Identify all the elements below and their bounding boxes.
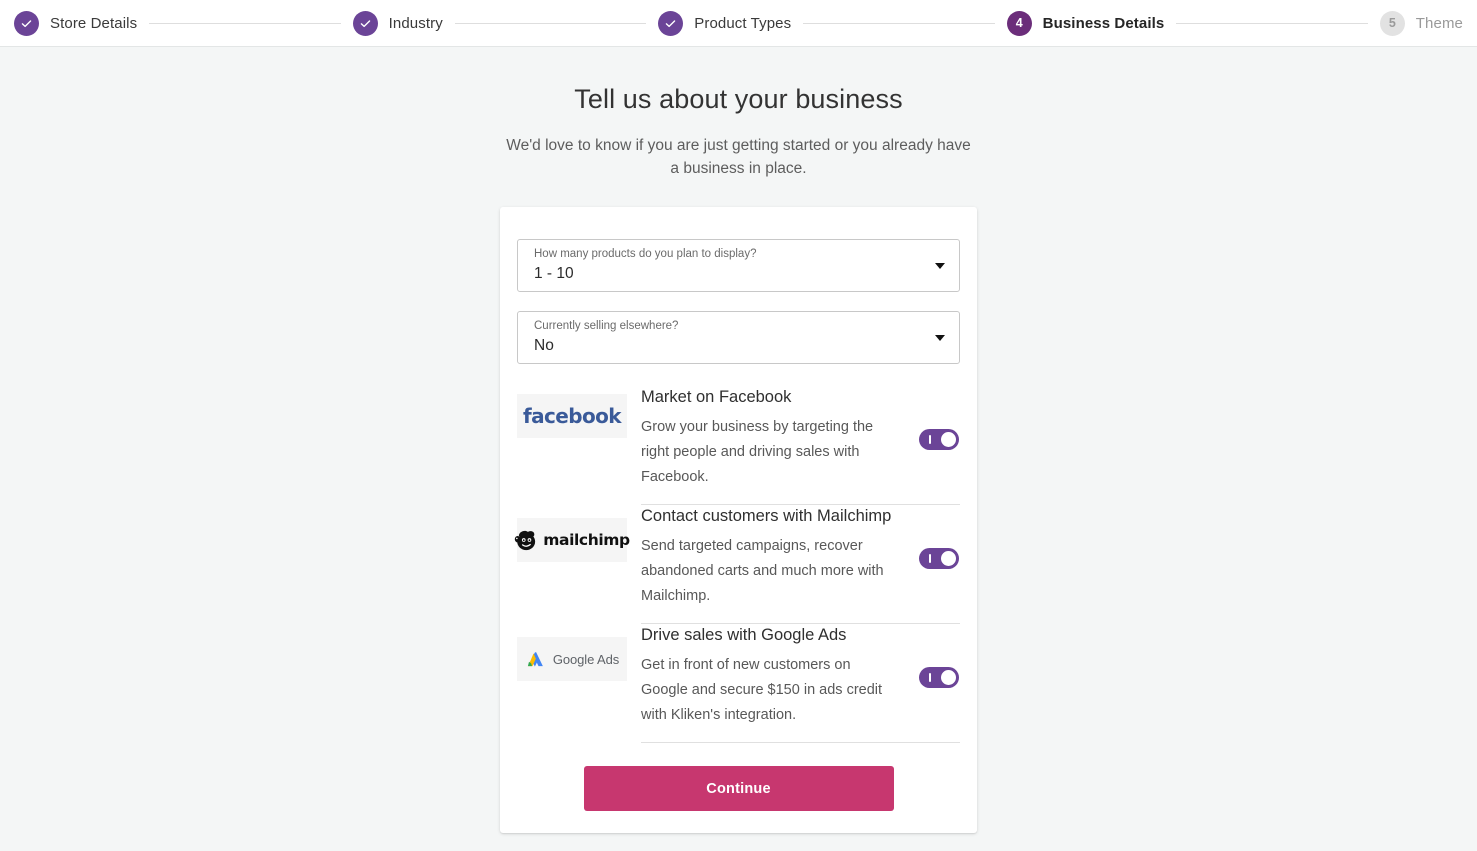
step-label: Industry [388,14,443,32]
onboarding-stepper: Store Details Industry Product Types 4 B… [0,0,1477,47]
step-connector [1176,22,1368,24]
step-label: Store Details [50,14,138,32]
facebook-logo-text: facebook [523,404,622,428]
page-title: Tell us about your business [574,84,903,114]
integrations-list: facebook Market on Facebook Grow your bu… [515,386,960,743]
google-ads-logo-text: Google Ads [552,651,620,667]
select-value: No [534,337,554,354]
integration-title: Market on Facebook [641,388,792,406]
integration-title: Contact customers with Mailchimp [641,507,892,525]
step-product-types[interactable]: Product Types [658,10,792,36]
business-details-card: How many products do you plan to display… [500,207,977,833]
integration-description: Grow your business by targeting the righ… [641,419,874,485]
page-subtitle: We'd love to know if you are just gettin… [506,137,971,177]
select-value: 1 - 10 [534,265,574,282]
onboarding-page: Tell us about your business We'd love to… [0,47,1477,851]
chevron-down-icon [935,262,945,269]
selling-elsewhere-select[interactable]: Currently selling elsewhere? No [517,311,960,364]
step-store-details[interactable]: Store Details [14,10,138,36]
step-label: Theme [1415,14,1463,32]
toggle-knob [941,550,956,566]
google-ads-triangle-icon [527,651,543,666]
facebook-logo: facebook [517,394,627,438]
step-connector [149,22,341,24]
integration-row: mailchimp Contact customers with Mailchi… [515,505,960,624]
toggle-knob [941,669,956,685]
toggle-track-mark [929,553,931,563]
mailchimp-logo: mailchimp [515,518,630,562]
integration-title: Drive sales with Google Ads [641,626,847,644]
google-ads-logo: Google Ads [517,637,627,681]
mailchimp-monkey-icon [515,530,536,551]
check-icon [658,10,684,36]
google-ads-toggle[interactable] [919,666,959,688]
select-label: Currently selling elsewhere? [534,320,679,332]
step-theme[interactable]: 5 Theme [1379,10,1463,36]
select-label: How many products do you plan to display… [534,248,757,260]
integration-description: Get in front of new customers on Google … [641,657,883,723]
step-business-details[interactable]: 4 Business Details [1006,10,1165,36]
mailchimp-logo-text: mailchimp [543,531,630,549]
toggle-knob [941,431,956,447]
products-count-select[interactable]: How many products do you plan to display… [517,239,960,292]
chevron-down-icon [935,334,945,341]
check-icon [14,10,39,36]
step-label: Product Types [694,14,792,32]
step-number-badge: 4 [1006,10,1032,36]
mailchimp-toggle[interactable] [919,547,959,569]
step-label: Business Details [1042,14,1165,32]
facebook-toggle[interactable] [919,428,959,450]
integration-row: facebook Market on Facebook Grow your bu… [517,386,960,505]
step-industry[interactable]: Industry [352,10,443,36]
toggle-track-mark [929,434,931,444]
step-connector [454,22,647,24]
step-connector [803,22,995,24]
step-number-badge: 5 [1379,10,1405,36]
toggle-track-mark [929,672,931,682]
integration-row: Google Ads Drive sales with Google Ads G… [517,624,960,743]
continue-button[interactable]: Continue [583,766,894,811]
check-icon [352,10,378,36]
integration-description: Send targeted campaigns, recover abandon… [641,538,884,604]
